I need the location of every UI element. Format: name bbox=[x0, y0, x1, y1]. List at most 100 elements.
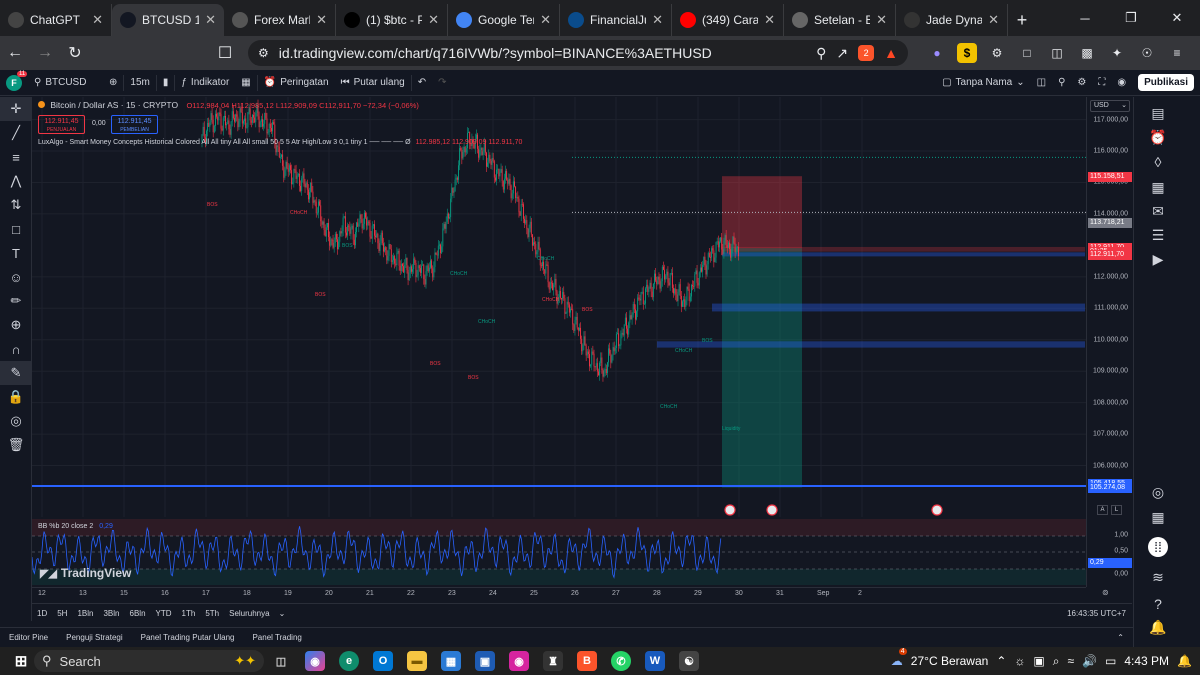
bottom-tab[interactable]: Editor Pine bbox=[0, 633, 57, 642]
stream-icon[interactable]: ≋ bbox=[1148, 567, 1168, 587]
bluetooth-icon[interactable]: ⌕ bbox=[1053, 654, 1060, 669]
reload-button[interactable]: ↻ bbox=[60, 38, 90, 68]
period-1Bln[interactable]: 1Bln bbox=[72, 609, 98, 618]
dollar-extension-icon[interactable]: $ bbox=[957, 43, 977, 63]
settings-button[interactable]: ⚙ bbox=[1071, 70, 1092, 96]
bottom-tab[interactable]: Panel Trading Putar Ulang bbox=[132, 633, 244, 642]
compare-button[interactable]: ⊕ bbox=[103, 70, 123, 96]
battery-icon[interactable]: ▭ bbox=[1105, 654, 1116, 668]
magnet-icon[interactable]: ∩ bbox=[0, 337, 32, 361]
close-icon[interactable]: ✕ bbox=[540, 12, 551, 28]
word-icon[interactable]: W bbox=[645, 651, 665, 671]
close-icon[interactable]: ✕ bbox=[205, 12, 216, 28]
puzzle-icon[interactable]: ⚙ bbox=[987, 43, 1007, 63]
period-Seluruhnya[interactable]: Seluruhnya bbox=[224, 609, 274, 618]
close-icon[interactable]: ✕ bbox=[316, 12, 327, 28]
text-icon[interactable]: T bbox=[0, 241, 32, 265]
extension-icon[interactable]: ● bbox=[927, 43, 947, 63]
book-icon[interactable]: ☰ bbox=[1148, 225, 1168, 245]
address-bar[interactable]: ⚙ id.tradingview.com/chart/q716IVWb/?sym… bbox=[248, 40, 908, 66]
trendline-icon[interactable]: ╱ bbox=[0, 121, 32, 145]
minimize-button[interactable]: ─ bbox=[1062, 0, 1108, 36]
maximize-button[interactable]: ❐ bbox=[1108, 0, 1154, 36]
layers-icon[interactable]: ◊ bbox=[1148, 152, 1168, 172]
price-chart[interactable]: BOS CHoCH BOS BOS CHoCH BOS BOS CHoCH CHoCH CHoCH… bbox=[32, 97, 1086, 517]
buy-button[interactable]: 112.911,45 PEMBELIAN bbox=[111, 115, 158, 134]
close-window-button[interactable]: ✕ bbox=[1154, 0, 1200, 36]
period-5H[interactable]: 5H bbox=[52, 609, 72, 618]
outlook-icon[interactable]: O bbox=[373, 651, 393, 671]
snapshot-button[interactable]: ◉ bbox=[1111, 70, 1132, 96]
redo-button[interactable]: ↷ bbox=[432, 70, 452, 96]
eye-icon[interactable]: ◎ bbox=[0, 409, 32, 433]
help-icon[interactable]: ? bbox=[1148, 594, 1168, 614]
crosshair-icon[interactable]: ✛ bbox=[0, 97, 32, 121]
close-icon[interactable]: ✕ bbox=[428, 12, 439, 28]
symbol-search[interactable]: ⚲ BTCUSD bbox=[28, 70, 103, 96]
time-axis[interactable]: 12 13 15 16 17 18 19 20 21 22 23 24 25 26 27 28 29 30 31 Se… bbox=[32, 587, 1086, 601]
zoom-in-icon[interactable]: ⊕ bbox=[0, 313, 32, 337]
tab-5[interactable]: FinancialJuice ✕ bbox=[560, 4, 672, 36]
tab-7[interactable]: Setelan - Bahar ✕ bbox=[784, 4, 896, 36]
wifi-icon[interactable]: ≈ bbox=[1067, 654, 1074, 668]
tab-2[interactable]: Forex Market H ✕ bbox=[224, 4, 336, 36]
network-tray-icon[interactable]: ☼ bbox=[1014, 654, 1025, 668]
wallet-icon[interactable]: ▩ bbox=[1077, 43, 1097, 63]
monitor-icon[interactable]: ▣ bbox=[1033, 654, 1044, 668]
copilot-icon[interactable]: ◉ bbox=[305, 651, 325, 671]
pattern-icon[interactable]: ⋀ bbox=[0, 169, 32, 193]
avatar[interactable]: F bbox=[6, 74, 22, 91]
close-icon[interactable]: ✕ bbox=[652, 12, 663, 28]
tab-8[interactable]: Jade Dynasty S ✕ bbox=[896, 4, 1008, 36]
close-icon[interactable]: ✕ bbox=[764, 12, 775, 28]
tab-1[interactable]: BTCUSD 1 ✕ bbox=[112, 4, 224, 36]
mt-icon[interactable]: ☯ bbox=[679, 651, 699, 671]
emoji-icon[interactable]: ☺ bbox=[0, 265, 32, 289]
currency-select[interactable]: USD ⌄ bbox=[1090, 100, 1130, 112]
brave-rewards-icon[interactable]: ▲ bbox=[884, 45, 898, 61]
close-icon[interactable]: ✕ bbox=[876, 12, 887, 28]
bb-percent-b-pane[interactable] bbox=[32, 519, 1086, 585]
ideas-icon[interactable]: ▶ bbox=[1148, 249, 1168, 269]
menu-icon[interactable]: ≡ bbox=[1167, 43, 1187, 63]
shapes-icon[interactable]: □ bbox=[0, 217, 32, 241]
publish-button[interactable]: Publikasi bbox=[1132, 70, 1200, 96]
lock-icon[interactable]: 🔒 bbox=[0, 385, 32, 409]
quick-search-button[interactable]: ⚲ bbox=[1052, 70, 1071, 96]
tab-0[interactable]: ChatGPT ✕ bbox=[0, 4, 112, 36]
layout-menu[interactable]: ▢ Tanpa Nama ⌄ bbox=[936, 70, 1031, 96]
price-axis[interactable]: USD⌄ 117.000,00116.000,00115.000,00114.0… bbox=[1086, 97, 1132, 587]
replay-button[interactable]: ⏮ Putar ulang bbox=[335, 70, 411, 96]
weather-icon[interactable]: ☁ 4 bbox=[891, 648, 907, 668]
store-icon[interactable]: ▦ bbox=[441, 651, 461, 671]
close-icon[interactable]: ✕ bbox=[92, 12, 103, 28]
period-1Th[interactable]: 1Th bbox=[177, 609, 201, 618]
taskbar-search[interactable]: ⚲ Search ✦✦ bbox=[34, 650, 264, 672]
lin-scale-button[interactable]: L bbox=[1111, 505, 1122, 515]
tab-4[interactable]: Google Terjem ✕ bbox=[448, 4, 560, 36]
tab-6[interactable]: (349) Cara Gro ✕ bbox=[672, 4, 784, 36]
user-menu[interactable]: F 11 bbox=[0, 70, 28, 96]
sell-button[interactable]: 112.911,45 PENJUALAN bbox=[38, 115, 85, 134]
back-button[interactable]: ← bbox=[0, 38, 30, 68]
task-view-icon[interactable]: ◫ bbox=[271, 651, 291, 671]
period-1D[interactable]: 1D bbox=[32, 609, 52, 618]
new-tab-button[interactable]: + bbox=[1008, 4, 1036, 36]
photos-icon[interactable]: ▣ bbox=[475, 651, 495, 671]
whatsapp-icon[interactable]: ✆ bbox=[611, 651, 631, 671]
lock-drawing-icon[interactable]: ✎ bbox=[0, 361, 32, 385]
alert-clock-icon[interactable]: ⏰ bbox=[1148, 127, 1168, 147]
target-icon[interactable]: ◎ bbox=[1148, 482, 1168, 502]
windows-start-icon[interactable]: ⊞ bbox=[11, 651, 31, 671]
file-explorer-icon[interactable]: ▬ bbox=[407, 651, 427, 671]
volume-icon[interactable]: 🔊 bbox=[1082, 654, 1097, 668]
screener-icon[interactable]: ▦ bbox=[1148, 177, 1168, 197]
goto-date-icon[interactable]: ⊚ bbox=[1102, 588, 1109, 597]
calendar-icon[interactable]: ▦ bbox=[1148, 507, 1168, 527]
alerts-button[interactable]: ⏰ Peringatan bbox=[258, 70, 335, 96]
brave-shield-icon[interactable]: 2 bbox=[858, 45, 875, 61]
vpn-icon[interactable]: ☉ bbox=[1137, 43, 1157, 63]
chart-type-button[interactable]: ▮ bbox=[157, 70, 175, 96]
screenshot-icon[interactable]: □ bbox=[1017, 43, 1037, 63]
site-info-icon[interactable]: ⚙ bbox=[258, 46, 269, 60]
